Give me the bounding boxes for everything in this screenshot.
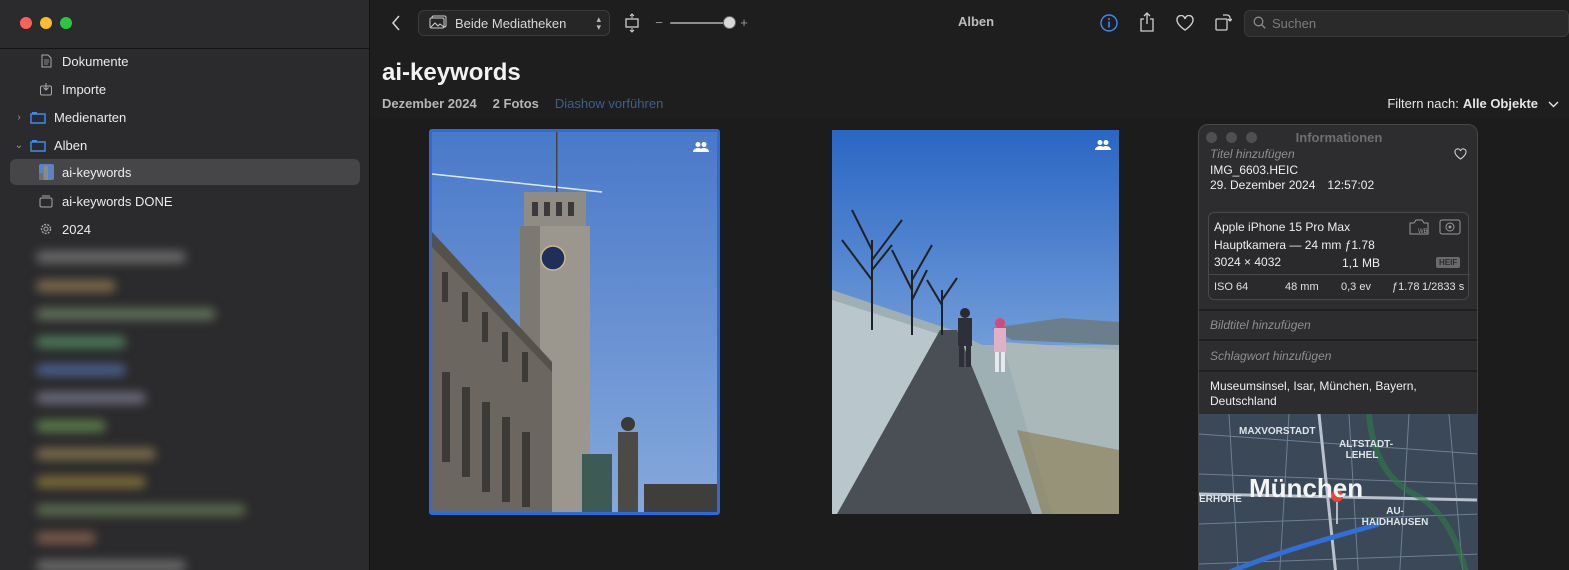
import-icon [38, 81, 54, 97]
sidebar-item-label: Alben [54, 137, 88, 153]
sidebar-item-dokumente[interactable]: Dokumente [10, 48, 360, 74]
search-icon [1253, 16, 1266, 32]
album-date: Dezember 2024 [382, 96, 477, 111]
sidebar-item-label: Medienarten [54, 109, 127, 125]
keyword-input[interactable]: Schlagwort hinzufügen [1210, 349, 1331, 363]
search-placeholder: Suchen [1272, 16, 1317, 31]
zoom-slider-knob[interactable] [723, 16, 736, 29]
slideshow-link[interactable]: Diashow vorführen [555, 96, 663, 111]
svg-text:WB: WB [1418, 229, 1428, 235]
caption-input[interactable]: Bildtitel hinzufügen [1210, 318, 1311, 332]
aspect-toggle-icon[interactable] [622, 12, 642, 34]
document-icon [38, 53, 54, 69]
divider [1199, 370, 1477, 372]
location-map[interactable]: MAXVORSTADT ALTSTADT- LEHEL München ERHÖ… [1199, 414, 1477, 570]
sidebar-item-importe[interactable]: Importe [10, 76, 360, 102]
updown-chevron-icon: ▴ ▾ [596, 14, 601, 32]
path-photo-image [832, 130, 1119, 514]
location-text: Museumsinsel, Isar, München, Bayern, Deu… [1210, 379, 1417, 408]
metering-icon [1439, 218, 1461, 241]
search-field[interactable]: Suchen [1244, 10, 1569, 37]
camera-info-box: Apple iPhone 15 Pro Max Hauptkamera — 24… [1208, 212, 1470, 300]
tower-photo-image [432, 132, 717, 512]
map-label-city: München [1249, 473, 1364, 503]
camera-box-divider [1209, 274, 1470, 275]
favorite-heart-icon[interactable] [1174, 12, 1196, 34]
folder-icon [30, 137, 46, 153]
exposure-value: 0,3 ev [1341, 281, 1371, 293]
window-controls [20, 17, 72, 29]
sidebar-item-label: ai-keywords [62, 164, 132, 180]
sidebar-item-2024[interactable]: 2024 [10, 216, 360, 242]
album-count: 2 Fotos [492, 96, 539, 111]
people-icon [1095, 138, 1111, 156]
sidebar-item-label: ai-keywords DONE [62, 193, 173, 209]
image-dimensions: 3024 × 4032 [1214, 255, 1282, 269]
sidebar-item-medienarten[interactable]: › Medienarten [10, 104, 360, 130]
people-icon [693, 140, 709, 158]
rotate-icon[interactable] [1212, 11, 1234, 33]
info-panel-title: Informationen [1295, 130, 1383, 145]
aperture-value: ƒ1.78 [1392, 281, 1420, 293]
library-select-value: Beide Mediatheken [455, 15, 567, 31]
album-meta: Dezember 2024 2 Fotos Diashow vorführen [382, 96, 663, 111]
toolbar-title: Alben [957, 14, 995, 29]
zoom-in-button[interactable]: + [738, 12, 750, 32]
zoom-window-button[interactable] [60, 17, 72, 29]
capture-datetime: 29. Dezember 2024 12:57:02 [1210, 178, 1374, 192]
toolbar: Beide Mediatheken ▴ ▾ − + Alben Suchen [370, 0, 1569, 46]
map-label-maxvorstadt: MAXVORSTADT [1239, 426, 1316, 437]
shutter-speed: 1/2833 s [1422, 281, 1465, 293]
filter-menu[interactable]: Filtern nach: Alle Objekte [1387, 96, 1559, 111]
camera-wb-icon: WB [1407, 218, 1431, 241]
chevron-right-icon[interactable]: › [12, 112, 26, 123]
chevron-down-icon [1548, 96, 1559, 111]
map-label-hohe: ERHÖHE [1199, 494, 1242, 505]
title-input[interactable]: Titel hinzufügen [1210, 147, 1295, 161]
minimize-window-button[interactable] [40, 17, 52, 29]
sidebar-item-alben[interactable]: ⌄ Alben [10, 132, 360, 158]
zoom-out-button[interactable]: − [653, 12, 665, 32]
divider [1199, 309, 1477, 311]
capture-date: 29. Dezember 2024 [1210, 178, 1316, 192]
sidebar-item-ai-keywords[interactable]: ai-keywords [10, 159, 360, 185]
page-title: ai-keywords [382, 59, 521, 86]
map-label-haidhausen: AU- HAIDHAUSEN [1361, 506, 1429, 528]
folder-icon [30, 109, 46, 125]
divider [1199, 339, 1477, 341]
sidebar-item-label: Dokumente [62, 53, 129, 69]
file-size: 1,1 MB [1342, 256, 1381, 270]
sidebar-item-ai-keywords-done[interactable]: ai-keywords DONE [10, 188, 360, 214]
format-badge: HEIF [1436, 257, 1461, 268]
album-icon [38, 193, 54, 209]
lens-info: Hauptkamera — 24 mm ƒ1.78 [1214, 238, 1375, 252]
close-window-button[interactable] [20, 17, 32, 29]
focal-length: 48 mm [1285, 281, 1319, 293]
capture-time: 12:57:02 [1327, 178, 1375, 192]
library-select[interactable]: Beide Mediatheken ▴ ▾ [418, 10, 610, 36]
sidebar-item-label: Importe [62, 81, 107, 97]
photo-thumbnail[interactable] [832, 130, 1119, 514]
sidebar: Dokumente Importe › Medienarten ⌄ Alben … [0, 0, 370, 570]
photo-thumbnail-selected[interactable] [429, 129, 720, 515]
chevron-down-icon[interactable]: ⌄ [12, 140, 26, 151]
info-panel: Informationen Titel hinzufügen IMG_6603.… [1198, 124, 1478, 570]
filter-value: Alle Objekte [1462, 96, 1538, 111]
filename: IMG_6603.HEIC [1210, 163, 1299, 177]
back-chevron-icon[interactable] [386, 12, 406, 34]
iso-value: ISO 64 [1214, 281, 1249, 293]
favorite-heart-icon[interactable] [1454, 147, 1467, 165]
share-icon[interactable] [1136, 11, 1158, 33]
photo-library-icon [429, 15, 447, 32]
camera-model: Apple iPhone 15 Pro Max [1214, 220, 1351, 234]
map-label-altstadt: ALTSTADT- LEHEL [1339, 439, 1394, 461]
album-thumbnail [38, 164, 54, 180]
sidebar-item-label: 2024 [62, 221, 91, 237]
filter-label: Filtern nach: [1387, 96, 1459, 111]
smart-album-gear-icon [38, 221, 54, 237]
info-icon[interactable] [1098, 12, 1120, 34]
